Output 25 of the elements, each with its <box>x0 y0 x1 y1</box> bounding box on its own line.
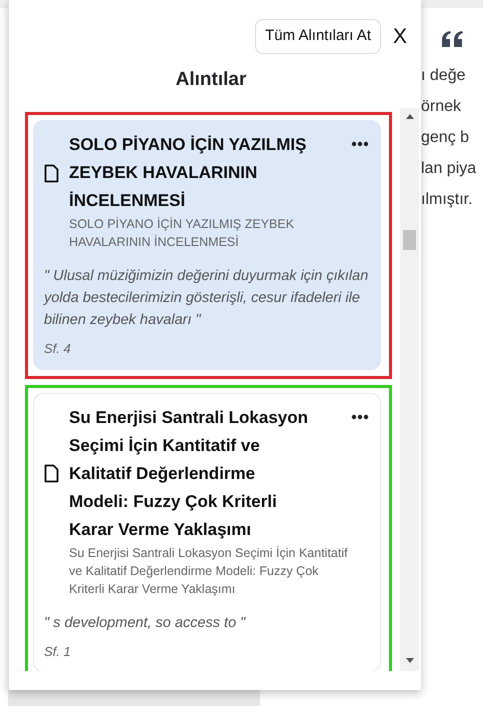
page-text: genç b <box>421 128 470 148</box>
more-icon[interactable] <box>350 414 370 420</box>
clear-all-button[interactable]: Tüm Alıntıları At <box>255 19 381 54</box>
quote-source-title: Su Enerjisi Santrali Lokasyon Seçimi İçin Kantitatif ve Kalitatif Değerlendirme Modeli: Fuzzy Çok Kriterli Karar Verme Yaklaşımı <box>69 406 310 540</box>
scroll-down-icon[interactable] <box>406 658 414 663</box>
scrollbar-thumb[interactable] <box>403 230 416 250</box>
quote-source-subtitle: Su Enerjisi Santrali Lokasyon Seçimi İçin Kantitatif ve Kalitatif Değerlendirme Modeli: Fuzzy Çok Kriterli Karar Verme Yaklaşımı <box>69 544 349 598</box>
scroll-up-icon[interactable] <box>406 114 414 119</box>
close-button[interactable]: X <box>386 26 413 47</box>
document-icon <box>44 464 59 483</box>
page-number: Sf. 4 <box>44 340 72 358</box>
scrollbar[interactable] <box>400 108 419 671</box>
quote-text: " Ulusal müziğimizin değerini duyurmak için çıkılan yolda bestecilerimizin gösterişli, cesur ifadeleri ile bilinen zeybek havaları " <box>44 267 370 330</box>
page-number: Sf. 1 <box>44 642 72 660</box>
quote-source-subtitle: SOLO PİYANO İÇİN YAZILMIŞ ZEYBEK HAVALARININ İNCELENMESİ <box>69 216 296 251</box>
page-text: ılmıştır. <box>421 190 474 210</box>
quote-icon[interactable] <box>441 30 463 48</box>
panel-title: Alıntılar <box>174 68 248 92</box>
page-text: örnek <box>421 97 462 117</box>
quote-text: " s development, so access to " <box>44 614 247 632</box>
quote-source-title: SOLO PİYANO İÇİN YAZILMIŞ ZEYBEK HAVALARININ İNCELENMESİ <box>69 134 308 212</box>
page-text: ı değe <box>421 66 466 86</box>
more-icon[interactable] <box>350 141 370 147</box>
page-text: lan piya <box>421 159 478 179</box>
document-icon <box>44 164 59 182</box>
